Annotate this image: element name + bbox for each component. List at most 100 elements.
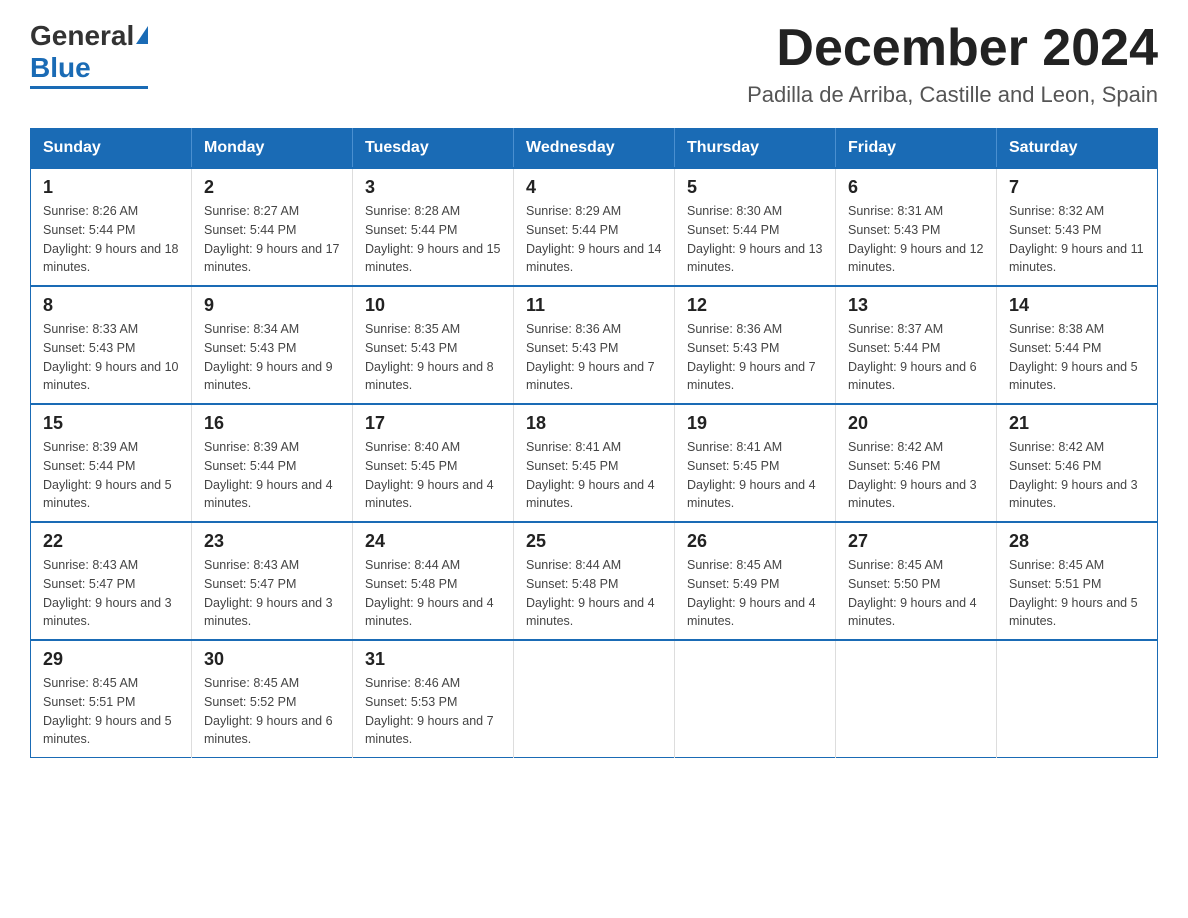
col-tuesday: Tuesday [353,129,514,169]
table-row: 26Sunrise: 8:45 AMSunset: 5:49 PMDayligh… [675,522,836,640]
col-friday: Friday [836,129,997,169]
day-info: Sunrise: 8:33 AMSunset: 5:43 PMDaylight:… [43,320,179,395]
day-number: 18 [526,413,662,434]
day-number: 7 [1009,177,1145,198]
table-row: 29Sunrise: 8:45 AMSunset: 5:51 PMDayligh… [31,640,192,758]
table-row: 31Sunrise: 8:46 AMSunset: 5:53 PMDayligh… [353,640,514,758]
day-info: Sunrise: 8:35 AMSunset: 5:43 PMDaylight:… [365,320,501,395]
calendar-week-3: 15 Sunrise: 8:39 AMSunset: 5:44 PMDayligh… [31,404,1158,522]
day-number: 22 [43,531,179,552]
table-row: 25 Sunrise: 8:44 AMSunset: 5:48 PMDayligh… [514,522,675,640]
page-header: General Blue December 2024 Padilla de Ar… [30,20,1158,108]
table-row: 2 Sunrise: 8:27 AMSunset: 5:44 PMDaylight… [192,168,353,286]
day-info: Sunrise: 8:45 AMSunset: 5:50 PMDaylight:… [848,556,984,631]
table-row [836,640,997,758]
day-info: Sunrise: 8:29 AMSunset: 5:44 PMDaylight:… [526,202,662,277]
day-info: Sunrise: 8:42 AMSunset: 5:46 PMDaylight:… [1009,438,1145,513]
table-row: 6Sunrise: 8:31 AMSunset: 5:43 PMDaylight… [836,168,997,286]
table-row: 4Sunrise: 8:29 AMSunset: 5:44 PMDaylight… [514,168,675,286]
day-info: Sunrise: 8:36 AMSunset: 5:43 PMDaylight:… [526,320,662,395]
day-info: Sunrise: 8:46 AMSunset: 5:53 PMDaylight:… [365,674,501,749]
month-title: December 2024 [747,20,1158,77]
day-info: Sunrise: 8:45 AMSunset: 5:51 PMDaylight:… [1009,556,1145,631]
day-info: Sunrise: 8:32 AMSunset: 5:43 PMDaylight:… [1009,202,1145,277]
col-wednesday: Wednesday [514,129,675,169]
table-row: 27Sunrise: 8:45 AMSunset: 5:50 PMDayligh… [836,522,997,640]
day-info: Sunrise: 8:40 AMSunset: 5:45 PMDaylight:… [365,438,501,513]
day-number: 15 [43,413,179,434]
calendar-week-5: 29Sunrise: 8:45 AMSunset: 5:51 PMDayligh… [31,640,1158,758]
table-row: 28 Sunrise: 8:45 AMSunset: 5:51 PMDayligh… [997,522,1158,640]
day-info: Sunrise: 8:34 AMSunset: 5:43 PMDaylight:… [204,320,340,395]
day-number: 9 [204,295,340,316]
logo-blue-text: Blue [30,52,91,84]
day-info: Sunrise: 8:36 AMSunset: 5:43 PMDaylight:… [687,320,823,395]
location-title: Padilla de Arriba, Castille and Leon, Sp… [747,82,1158,108]
day-info: Sunrise: 8:43 AMSunset: 5:47 PMDaylight:… [43,556,179,631]
table-row: 13 Sunrise: 8:37 AMSunset: 5:44 PMDayligh… [836,286,997,404]
table-row: 18Sunrise: 8:41 AMSunset: 5:45 PMDayligh… [514,404,675,522]
day-number: 2 [204,177,340,198]
table-row: 7 Sunrise: 8:32 AMSunset: 5:43 PMDaylight… [997,168,1158,286]
day-number: 20 [848,413,984,434]
day-info: Sunrise: 8:44 AMSunset: 5:48 PMDaylight:… [526,556,662,631]
table-row: 12 Sunrise: 8:36 AMSunset: 5:43 PMDayligh… [675,286,836,404]
table-row: 20Sunrise: 8:42 AMSunset: 5:46 PMDayligh… [836,404,997,522]
logo-text: General [30,20,148,52]
day-number: 29 [43,649,179,670]
day-info: Sunrise: 8:31 AMSunset: 5:43 PMDaylight:… [848,202,984,277]
table-row: 8 Sunrise: 8:33 AMSunset: 5:43 PMDaylight… [31,286,192,404]
table-row [675,640,836,758]
col-thursday: Thursday [675,129,836,169]
calendar-table: Sunday Monday Tuesday Wednesday Thursday… [30,128,1158,758]
table-row: 23 Sunrise: 8:43 AMSunset: 5:47 PMDayligh… [192,522,353,640]
calendar-week-4: 22 Sunrise: 8:43 AMSunset: 5:47 PMDayligh… [31,522,1158,640]
day-info: Sunrise: 8:38 AMSunset: 5:44 PMDaylight:… [1009,320,1145,395]
table-row: 9 Sunrise: 8:34 AMSunset: 5:43 PMDaylight… [192,286,353,404]
day-number: 1 [43,177,179,198]
day-info: Sunrise: 8:45 AMSunset: 5:52 PMDaylight:… [204,674,340,749]
day-number: 10 [365,295,501,316]
day-number: 21 [1009,413,1145,434]
day-number: 28 [1009,531,1145,552]
logo-underline [30,86,148,89]
day-info: Sunrise: 8:37 AMSunset: 5:44 PMDaylight:… [848,320,984,395]
day-info: Sunrise: 8:39 AMSunset: 5:44 PMDaylight:… [204,438,340,513]
table-row: 1 Sunrise: 8:26 AMSunset: 5:44 PMDaylight… [31,168,192,286]
table-row: 10 Sunrise: 8:35 AMSunset: 5:43 PMDayligh… [353,286,514,404]
day-number: 17 [365,413,501,434]
day-number: 19 [687,413,823,434]
day-number: 23 [204,531,340,552]
day-info: Sunrise: 8:26 AMSunset: 5:44 PMDaylight:… [43,202,179,277]
table-row: 22 Sunrise: 8:43 AMSunset: 5:47 PMDayligh… [31,522,192,640]
table-row: 15 Sunrise: 8:39 AMSunset: 5:44 PMDayligh… [31,404,192,522]
logo: General Blue [30,20,148,89]
day-number: 14 [1009,295,1145,316]
day-number: 3 [365,177,501,198]
day-info: Sunrise: 8:44 AMSunset: 5:48 PMDaylight:… [365,556,501,631]
calendar-week-1: 1 Sunrise: 8:26 AMSunset: 5:44 PMDaylight… [31,168,1158,286]
day-info: Sunrise: 8:43 AMSunset: 5:47 PMDaylight:… [204,556,340,631]
day-number: 25 [526,531,662,552]
table-row: 11 Sunrise: 8:36 AMSunset: 5:43 PMDayligh… [514,286,675,404]
day-info: Sunrise: 8:39 AMSunset: 5:44 PMDaylight:… [43,438,179,513]
table-row [514,640,675,758]
col-sunday: Sunday [31,129,192,169]
logo-triangle-icon [136,26,148,44]
table-row: 3Sunrise: 8:28 AMSunset: 5:44 PMDaylight… [353,168,514,286]
col-saturday: Saturday [997,129,1158,169]
table-row: 5Sunrise: 8:30 AMSunset: 5:44 PMDaylight… [675,168,836,286]
day-number: 11 [526,295,662,316]
title-section: December 2024 Padilla de Arriba, Castill… [747,20,1158,108]
day-info: Sunrise: 8:27 AMSunset: 5:44 PMDaylight:… [204,202,340,277]
day-number: 12 [687,295,823,316]
day-number: 8 [43,295,179,316]
calendar-week-2: 8 Sunrise: 8:33 AMSunset: 5:43 PMDaylight… [31,286,1158,404]
day-number: 13 [848,295,984,316]
table-row: 17 Sunrise: 8:40 AMSunset: 5:45 PMDayligh… [353,404,514,522]
day-info: Sunrise: 8:41 AMSunset: 5:45 PMDaylight:… [687,438,823,513]
day-number: 30 [204,649,340,670]
table-row: 14 Sunrise: 8:38 AMSunset: 5:44 PMDayligh… [997,286,1158,404]
day-number: 24 [365,531,501,552]
table-row: 30 Sunrise: 8:45 AMSunset: 5:52 PMDayligh… [192,640,353,758]
